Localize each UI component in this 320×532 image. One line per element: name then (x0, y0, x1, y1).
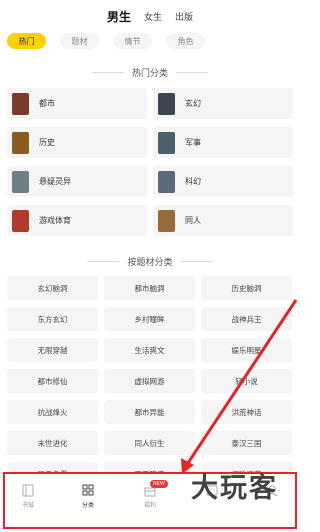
hot-category-label: 游戏体育 (39, 216, 71, 225)
divider-left (91, 72, 124, 73)
book-cover (158, 92, 175, 115)
subject-category-button[interactable]: 生活爽文 (104, 338, 195, 362)
hot-category-card[interactable]: 历史 (7, 127, 147, 158)
subject-category-button[interactable]: 虚拟网游 (104, 369, 195, 393)
book-cover (12, 131, 29, 154)
subject-category-button[interactable]: 都市异能 (104, 400, 195, 424)
divider-right (180, 261, 213, 262)
tab-male[interactable]: 男生 (107, 8, 131, 25)
hot-category-card[interactable]: 都市 (7, 88, 147, 119)
subject-category-button[interactable]: 都市修仙 (7, 369, 98, 393)
hot-category-label: 悬疑灵异 (39, 177, 71, 186)
new-badge: NEW (150, 480, 168, 488)
divider-left (87, 261, 120, 262)
hot-category-label: 同人 (185, 216, 201, 225)
hot-category-card[interactable]: 游戏体育 (7, 205, 147, 236)
nav-label-category: 分类 (81, 503, 94, 509)
hot-category-label: 玄幻 (185, 99, 201, 108)
book-cover (12, 209, 29, 232)
subject-section-header: 按题材分类 (0, 255, 300, 268)
filter-chip-row: 热门 题材 情节 角色 (7, 33, 205, 49)
subject-category-button[interactable]: 玄幻脑洞 (7, 276, 98, 300)
hot-category-card[interactable]: 科幻 (153, 166, 293, 197)
subject-category-button[interactable]: 东方玄幻 (7, 307, 98, 331)
hot-section-title: 热门分类 (131, 68, 168, 78)
hot-category-card[interactable]: 玄幻 (153, 88, 293, 119)
subject-category-button[interactable]: 乡村瞳眸 (104, 307, 195, 331)
filter-chip-subject[interactable]: 题材 (60, 33, 99, 49)
hot-category-label: 军事 (185, 138, 201, 147)
subject-category-button[interactable]: 娱乐明星 (201, 338, 292, 362)
hot-section-header: 热门分类 (0, 66, 300, 79)
filter-chip-hot[interactable]: 热门 (7, 33, 46, 49)
nav-label-bookstore: 书城 (21, 503, 34, 509)
grid-icon (82, 484, 94, 496)
tab-publish[interactable]: 出版 (175, 10, 193, 23)
subject-section-title: 按题材分类 (127, 257, 173, 267)
book-cover (12, 92, 29, 115)
book-icon (22, 484, 34, 497)
nav-label-welfare: 福利 (143, 503, 156, 509)
nav-item-welfare[interactable]: NEW 福利 (130, 480, 170, 509)
book-cover (158, 131, 175, 154)
subject-category-button[interactable]: 泰汉三国 (201, 431, 292, 455)
subject-category-button[interactable]: 末世进化 (7, 431, 98, 455)
hot-category-label: 科幻 (185, 177, 201, 186)
top-tab-bar: 男生 女生 出版 (0, 6, 300, 26)
hot-category-grid: 都市 玄幻 历史 军事 悬疑灵异 科幻 游戏体育 同人 (7, 88, 293, 236)
filter-chip-plot[interactable]: 情节 (113, 33, 152, 49)
filter-chip-role[interactable]: 角色 (166, 33, 205, 49)
subject-category-grid: 玄幻脑洞 都市脑洞 历史脑洞 东方玄幻 乡村瞳眸 战神兵王 无限穿越 生活爽文 … (7, 276, 293, 486)
book-cover (12, 170, 29, 193)
hot-category-label: 历史 (39, 138, 55, 147)
subject-category-button[interactable]: 战神兵王 (201, 307, 292, 331)
book-cover (158, 170, 175, 193)
subject-category-button[interactable]: 同人衍生 (104, 431, 195, 455)
nav-item-bookstore[interactable]: 书城 (8, 484, 48, 509)
tab-female[interactable]: 女生 (144, 10, 162, 23)
hot-category-card[interactable]: 军事 (153, 127, 293, 158)
subject-category-button[interactable]: 轻小说 (201, 369, 292, 393)
subject-category-button[interactable]: 洪荒神话 (201, 400, 292, 424)
divider-right (176, 72, 208, 73)
hot-category-label: 都市 (39, 99, 55, 108)
hot-category-card[interactable]: 同人 (153, 205, 293, 236)
book-cover (158, 209, 175, 232)
subject-category-button[interactable]: 抗战烽火 (7, 400, 98, 424)
subject-category-button[interactable]: 历史脑洞 (201, 276, 292, 300)
watermark-logo: 大玩客 (191, 473, 278, 504)
hot-category-card[interactable]: 悬疑灵异 (7, 166, 147, 197)
nav-item-category[interactable]: 分类 (68, 484, 108, 509)
subject-category-button[interactable]: 都市脑洞 (104, 276, 195, 300)
subject-category-button[interactable]: 无限穿越 (7, 338, 98, 362)
